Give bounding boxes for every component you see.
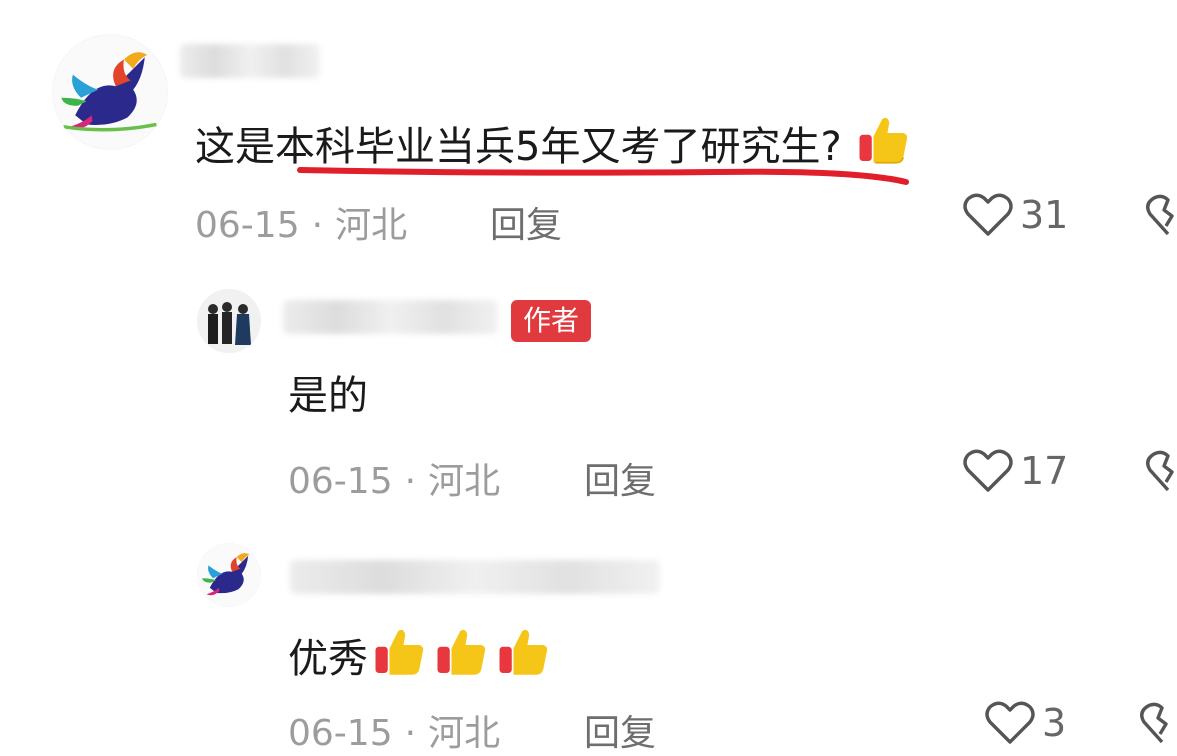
like-count: 17	[1020, 449, 1069, 493]
comment-meta: 06-15 · 河北	[288, 461, 501, 502]
like-button[interactable]: 3	[984, 700, 1066, 746]
like-button[interactable]: 31	[962, 192, 1068, 238]
people-photo-icon	[197, 289, 261, 353]
thumbs-up-icon	[856, 112, 912, 168]
reply-button[interactable]: 回复	[584, 704, 656, 756]
username-blurred[interactable]	[290, 560, 660, 594]
thumbs-up-icon	[496, 624, 552, 680]
author-username-blurred[interactable]	[283, 300, 498, 334]
username-blurred[interactable]	[180, 44, 320, 78]
thumbs-up-icon	[372, 624, 428, 680]
like-count: 31	[1020, 193, 1069, 237]
horse-logo-icon	[197, 543, 261, 607]
like-count: 3	[1042, 701, 1067, 745]
heart-icon	[963, 449, 1013, 492]
comment-meta: 06-15 · 河北	[288, 713, 501, 754]
avatar-horse[interactable]	[52, 34, 168, 150]
broken-heart-icon[interactable]	[1146, 448, 1177, 494]
reply-button[interactable]: 回复	[490, 196, 562, 248]
horse-logo-icon	[53, 35, 167, 149]
thumbs-up-icon	[434, 624, 490, 680]
heart-icon	[963, 193, 1013, 236]
comment-text: 这是本科毕业当兵5年又考了研究生?	[195, 112, 912, 171]
avatar-horse[interactable]	[197, 543, 261, 607]
avatar-author[interactable]	[197, 289, 261, 353]
reply-button[interactable]: 回复	[584, 452, 656, 504]
comment-meta: 06-15 · 河北	[195, 205, 408, 246]
broken-heart-icon[interactable]	[1146, 192, 1177, 238]
author-badge: 作者	[511, 300, 592, 342]
like-button[interactable]: 17	[962, 448, 1068, 494]
comment-text: 优秀	[288, 624, 552, 683]
broken-heart-icon[interactable]	[1140, 700, 1177, 746]
heart-icon	[985, 701, 1035, 744]
comment-text: 是的	[288, 373, 368, 419]
